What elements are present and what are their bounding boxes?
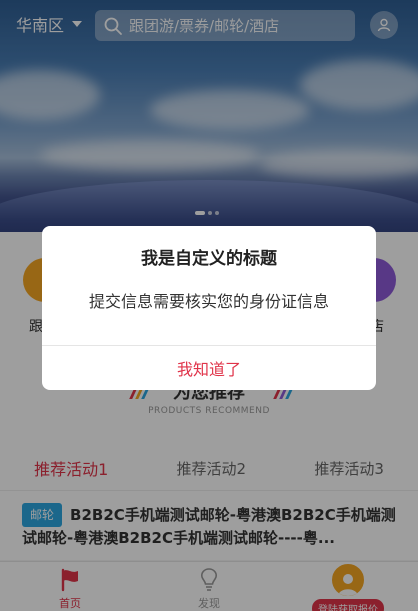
- dialog-title: 我是自定义的标题: [141, 249, 277, 269]
- dialog-confirm-button[interactable]: 我知道了: [42, 346, 376, 390]
- alert-dialog: 我是自定义的标题 提交信息需要核实您的身份证信息 我知道了: [42, 226, 376, 390]
- dialog-message: 提交信息需要核实您的身份证信息: [88, 292, 329, 311]
